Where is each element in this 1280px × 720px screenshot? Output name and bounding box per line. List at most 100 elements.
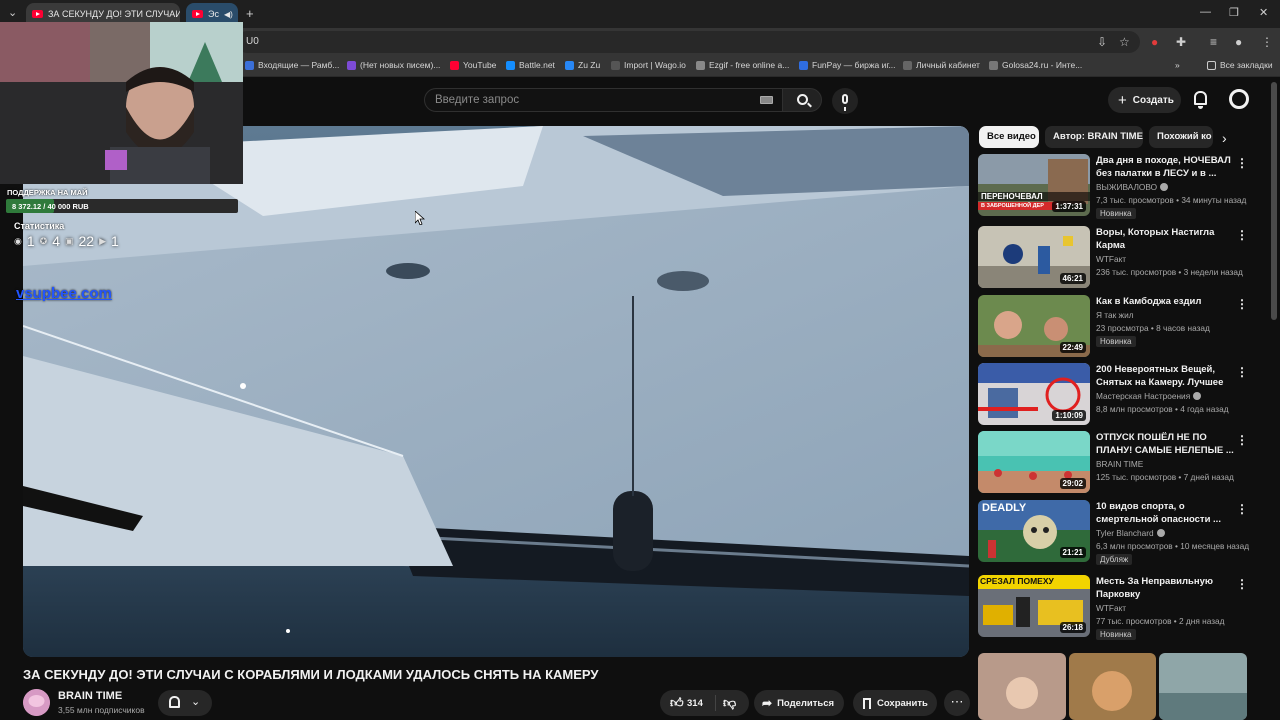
video-title[interactable]: 200 Невероятных Вещей, Снятых на Камеру.…	[1096, 363, 1234, 389]
chip-author[interactable]: Автор: BRAIN TIME	[1045, 126, 1143, 148]
browser-menu-icon[interactable]: ⋮	[1261, 35, 1273, 49]
new-badge: Новинка	[1096, 336, 1136, 347]
recommendation-item[interactable]: 1:10:09 200 Невероятных Вещей, Снятых на…	[978, 363, 1250, 427]
video-thumbnail[interactable]: ПЕРЕНОЧЕВАЛ В ЗАБРОШЕННОЙ ДЕР 1:37:31	[978, 154, 1090, 216]
bookmark-item[interactable]: Import | Wago.io	[611, 60, 686, 70]
all-bookmarks-button[interactable]: Все закладки	[1207, 60, 1273, 70]
thumbnail-caption: СРЕЗАЛ ПОМЕХУ	[980, 576, 1054, 586]
channel-name[interactable]: WTFакт	[1096, 603, 1126, 613]
video-title[interactable]: Как в Камбоджа ездил	[1096, 295, 1234, 308]
like-icon[interactable]: 👍︎	[670, 695, 684, 711]
video-thumbnail[interactable]: DEADLY 21:21	[978, 500, 1090, 562]
more-options-icon[interactable]: ⋮	[1236, 228, 1248, 242]
bookmark-item[interactable]: Личный кабинет	[903, 60, 980, 70]
minimize-icon[interactable]: —	[1200, 6, 1211, 18]
share-button[interactable]: ➦ Поделиться	[754, 690, 844, 716]
video-thumbnail[interactable]: СРЕЗАЛ ПОМЕХУ 26:18	[978, 575, 1090, 637]
video-title[interactable]: ОТПУСК ПОШЁЛ НЕ ПО ПЛАНУ! САМЫЕ НЕЛЕПЫЕ …	[1096, 431, 1234, 457]
recommendation-item[interactable]: 29:02 ОТПУСК ПОШЁЛ НЕ ПО ПЛАНУ! САМЫЕ НЕ…	[978, 431, 1250, 495]
recommendation-item[interactable]: 22:49 Как в Камбоджа ездил Я так жил 23 …	[978, 295, 1250, 359]
channel-avatar[interactable]	[23, 689, 50, 716]
video-thumbnail[interactable]: 29:02	[978, 431, 1090, 493]
video-thumbnail[interactable]: 46:21	[978, 226, 1090, 288]
recommendation-item[interactable]: 46:21 Воры, Которых Настигла Карма WTFак…	[978, 226, 1250, 290]
close-window-icon[interactable]: ✕	[1259, 6, 1268, 19]
bookmark-item[interactable]: Входящие — Рамб...	[245, 60, 339, 70]
restore-icon[interactable]: ❐	[1229, 6, 1239, 19]
subscription-bell-button[interactable]: ⌄	[158, 690, 212, 716]
profile-icon[interactable]: ●	[1235, 35, 1242, 49]
video-meta: 7,3 тыс. просмотров • 34 минуты назад	[1096, 195, 1247, 205]
tab-title: Эс	[208, 9, 219, 19]
video-title[interactable]: Два дня в походе, НОЧЕВАЛ без палатки в …	[1096, 154, 1234, 180]
partial-thumbnail[interactable]	[1069, 653, 1156, 720]
install-app-icon[interactable]: ⇩	[1097, 35, 1107, 49]
dislike-icon[interactable]: 👎︎	[723, 695, 736, 711]
webcam-overlay	[0, 22, 243, 184]
extensions-puzzle-icon[interactable]: ✚	[1176, 35, 1186, 49]
screen: { "browser": { "tabs": [ {"label": "ЗА С…	[0, 0, 1280, 720]
keyboard-icon[interactable]	[760, 96, 773, 104]
partial-thumbnail[interactable]	[1159, 653, 1247, 720]
save-button[interactable]: Сохранить	[853, 690, 937, 716]
channel-name[interactable]: Tyler Blanchard	[1096, 528, 1165, 538]
create-button[interactable]: + Создать	[1108, 87, 1181, 113]
more-options-icon[interactable]: ⋮	[1236, 156, 1248, 170]
bookmark-item[interactable]: (Нет новых писем)...	[347, 60, 440, 70]
recommendation-item[interactable]: ПЕРЕНОЧЕВАЛ В ЗАБРОШЕННОЙ ДЕР 1:37:31 Дв…	[978, 154, 1250, 219]
tab-search-icon[interactable]: ⌄	[8, 6, 17, 19]
bookmark-item[interactable]: Battle.net	[506, 60, 555, 70]
channel-name[interactable]: WTFакт	[1096, 254, 1126, 264]
video-title[interactable]: 10 видов спорта, о смертельной опасности…	[1096, 500, 1234, 526]
more-actions-button[interactable]: ⋯	[944, 690, 970, 716]
chip-all-videos[interactable]: Все видео	[979, 126, 1039, 148]
video-duration: 1:37:31	[1052, 201, 1086, 212]
new-tab-icon[interactable]: +	[246, 6, 254, 21]
bookmark-item[interactable]: YouTube	[450, 60, 496, 70]
channel-name[interactable]: BRAIN TIME	[1096, 459, 1143, 469]
channel-name[interactable]: Мастерская Настроения	[1096, 391, 1202, 401]
bookmark-item[interactable]: Ezgif - free online a...	[696, 60, 789, 70]
search-input[interactable]: Введите запрос	[424, 88, 782, 112]
account-avatar[interactable]	[1229, 89, 1249, 109]
channel-name[interactable]: BRAIN TIME	[58, 690, 122, 702]
partial-thumbnail[interactable]	[978, 653, 1066, 720]
voice-search-button[interactable]	[832, 88, 858, 114]
page-scrollbar[interactable]	[1271, 82, 1277, 320]
bookmark-label: Zu Zu	[578, 60, 601, 70]
channel-label: ВЫЖИВАЛОВО	[1096, 182, 1158, 192]
chip-similar[interactable]: Похожий ко	[1149, 126, 1213, 148]
channel-subscribers: 3,55 млн подписчиков	[58, 705, 145, 715]
speaker-icon[interactable]: ◀)	[224, 10, 233, 19]
address-bar[interactable]: U0	[236, 31, 1140, 53]
channel-name[interactable]: ВЫЖИВАЛОВО	[1096, 182, 1169, 192]
more-options-icon[interactable]: ⋮	[1236, 502, 1248, 516]
more-options-icon[interactable]: ⋮	[1236, 433, 1248, 447]
followers-icon: ✪	[39, 235, 48, 246]
more-options-icon[interactable]: ⋮	[1236, 297, 1248, 311]
bookmark-item[interactable]: FunPay — биржа иг...	[799, 60, 896, 70]
more-options-icon[interactable]: ⋮	[1236, 365, 1248, 379]
extension-red-icon[interactable]: ●	[1151, 35, 1158, 49]
recommendation-item[interactable]: СРЕЗАЛ ПОМЕХУ 26:18 Месть За Неправильну…	[978, 575, 1250, 640]
ezgif-icon	[696, 60, 705, 70]
notifications-bell-icon[interactable]	[1194, 91, 1207, 109]
video-title[interactable]: Месть За Неправильную Парковку	[1096, 575, 1234, 601]
recommendation-item[interactable]: DEADLY 21:21 10 видов спорта, о смертель…	[978, 500, 1250, 565]
chevron-right-icon[interactable]: ›	[1222, 130, 1227, 146]
video-thumbnail[interactable]: 1:10:09	[978, 363, 1090, 425]
bookmark-star-icon[interactable]: ☆	[1119, 35, 1130, 49]
bookmark-item[interactable]: Zu Zu	[565, 60, 600, 70]
media-control-icon[interactable]: ≡	[1210, 35, 1217, 49]
bookmark-label: Личный кабинет	[916, 60, 980, 70]
channel-name[interactable]: Я так жил	[1096, 310, 1134, 320]
bookmarks-overflow-button[interactable]: »	[1175, 60, 1180, 70]
bookmark-item[interactable]: Golosa24.ru - Инте...	[989, 60, 1082, 70]
search-button[interactable]	[782, 88, 822, 112]
bookmark-label: YouTube	[463, 60, 497, 70]
video-title[interactable]: Воры, Которых Настигла Карма	[1096, 226, 1234, 252]
more-options-icon[interactable]: ⋮	[1236, 577, 1248, 591]
battlenet-icon	[506, 60, 515, 70]
like-count[interactable]: 314	[687, 698, 703, 709]
video-thumbnail[interactable]: 22:49	[978, 295, 1090, 357]
